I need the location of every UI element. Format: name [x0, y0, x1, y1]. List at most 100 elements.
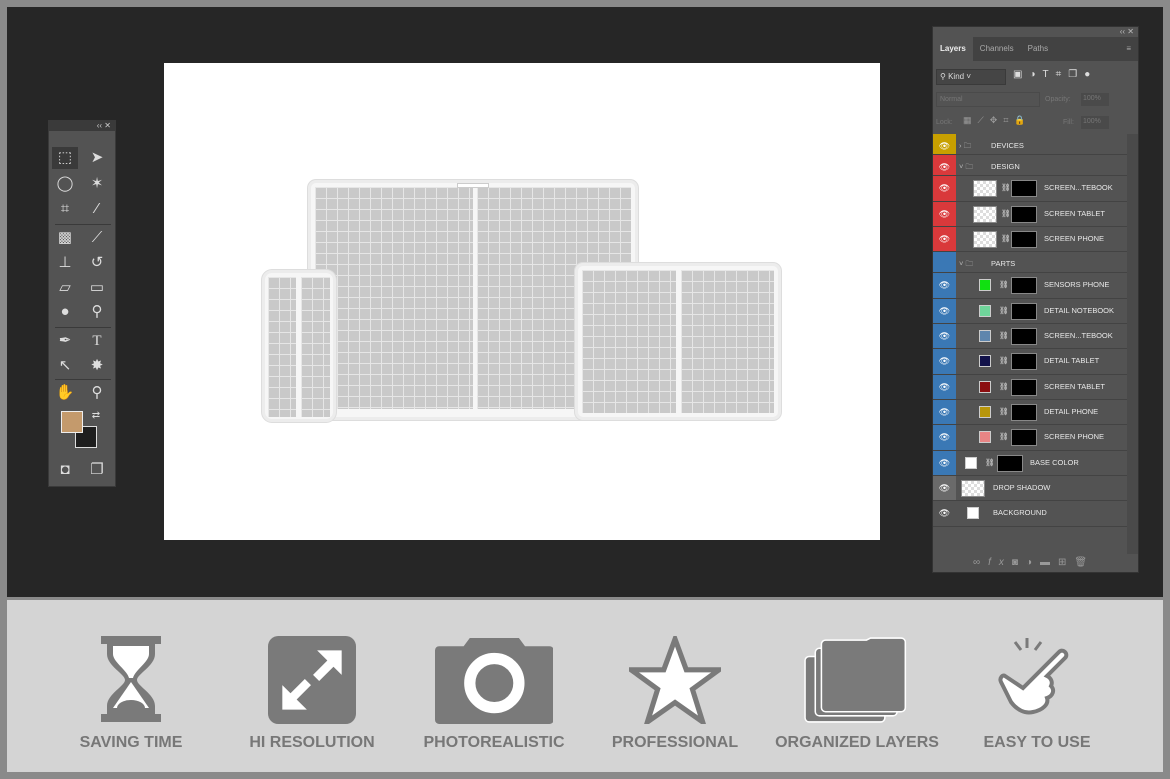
feature-label: SAVING TIME [79, 734, 183, 751]
fill-color-swatch[interactable] [965, 457, 977, 469]
pen-tool-icon[interactable]: ✒ [52, 330, 78, 352]
layer-row[interactable]: 👁 ⛓ SCREEN TABLET [933, 375, 1128, 400]
marquee-tool-icon[interactable]: ⬚ [52, 147, 78, 169]
link-icon[interactable]: ⛓ [999, 375, 1009, 399]
visibility-eye-icon[interactable]: 👁 [933, 299, 956, 323]
path-selection-tool-icon[interactable]: ↖ [52, 355, 78, 377]
healing-brush-tool-icon[interactable]: ▩ [52, 227, 78, 249]
visibility-eye-icon[interactable]: 👁 [933, 273, 956, 298]
visibility-eye-icon[interactable]: 👁 [933, 501, 956, 526]
layer-row[interactable]: 👁 ⛓ SCREEN PHONE [933, 227, 1128, 252]
layer-row[interactable]: 👁 ⛓ DETAIL NOTEBOOK [933, 299, 1128, 324]
eyedropper-tool-icon[interactable]: ⁄ [84, 198, 110, 220]
feature-photorealistic: PHOTOREALISTIC [404, 636, 584, 752]
link-icon[interactable]: ⛓ [999, 324, 1009, 348]
fill-color-swatch[interactable] [979, 431, 991, 443]
type-tool-icon[interactable]: T [84, 330, 110, 352]
layer-row[interactable]: 👁 BACKGROUND [933, 501, 1128, 527]
link-icon[interactable]: ⛓ [1001, 176, 1011, 200]
shape-tool-icon[interactable]: ✸ [84, 355, 110, 377]
clone-stamp-tool-icon[interactable]: ⊥ [52, 252, 78, 274]
visibility-eye-icon[interactable]: 👁 [933, 155, 956, 175]
layer-row[interactable]: 👁 ⛓ SCREEN TABLET [933, 202, 1128, 227]
visibility-eye-icon[interactable]: 👁 [933, 476, 956, 500]
layer-name: SCREEN TABLET [1044, 382, 1105, 391]
link-icon[interactable]: ⛓ [999, 299, 1009, 323]
mask-icon[interactable]: ◙ [1012, 557, 1026, 568]
visibility-eye-icon[interactable]: 👁 [933, 425, 956, 450]
move-tool-icon[interactable]: ➤ [84, 147, 110, 169]
visibility-eye-icon[interactable]: 👁 [933, 202, 956, 226]
dodge-tool-icon[interactable]: ⚲ [84, 301, 110, 323]
layer-row[interactable]: 👁 ⛓ SENSORS PHONE [933, 273, 1128, 299]
layer-row[interactable]: 👁 DROP SHADOW [933, 476, 1128, 501]
link-icon[interactable]: ⛓ [985, 451, 995, 475]
eraser-tool-icon[interactable]: ▱ [52, 277, 78, 299]
visibility-eye-icon[interactable]: 👁 [933, 375, 956, 399]
tools-panel-header[interactable]: ‹‹ ✕ [49, 121, 115, 131]
link-icon[interactable]: ⛓ [1001, 202, 1011, 226]
visibility-eye-icon[interactable]: 👁 [933, 400, 956, 424]
fill-color-swatch[interactable] [979, 279, 991, 291]
foreground-color-swatch[interactable] [61, 411, 83, 433]
fill-color-swatch[interactable] [979, 355, 991, 367]
visibility-eye-icon[interactable]: 👁 [933, 134, 956, 154]
fx-icon[interactable]: fx [988, 557, 1012, 568]
layer-row[interactable]: 👁 ⛓ BASE COLOR [933, 451, 1128, 476]
screen-mode-icon[interactable]: ❐ [84, 459, 110, 481]
fill-color-swatch[interactable] [979, 305, 991, 317]
feature-easy-to-use: EASY TO USE [947, 636, 1127, 752]
blur-tool-icon[interactable]: ● [52, 301, 78, 323]
swap-colors-icon[interactable]: ⇄ [83, 405, 109, 427]
link-icon[interactable]: ∞ [973, 557, 988, 568]
link-icon[interactable]: ⛓ [999, 400, 1009, 424]
fill-color-swatch[interactable] [979, 406, 991, 418]
fill-color-swatch[interactable] [979, 330, 991, 342]
quick-mask-icon[interactable]: ◘ [52, 459, 78, 481]
layer-row[interactable]: ˅ 🗀 PARTS [933, 252, 1128, 273]
crop-tool-icon[interactable]: ⌗ [52, 198, 78, 220]
layers-scrollbar[interactable] [1127, 134, 1138, 554]
zoom-tool-icon[interactable]: ⚲ [84, 382, 110, 404]
visibility-eye-icon[interactable]: 👁 [933, 324, 956, 348]
layer-row[interactable]: 👁 ⛓ DETAIL PHONE [933, 400, 1128, 425]
visibility-eye-icon[interactable] [933, 252, 956, 272]
layer-row[interactable]: 👁 › 🗀 DEVICES [933, 134, 1128, 155]
lasso-tool-icon[interactable]: ◯ [52, 173, 78, 195]
visibility-eye-icon[interactable]: 👁 [933, 227, 956, 251]
link-icon[interactable]: ⛓ [1001, 227, 1011, 251]
document-canvas[interactable] [164, 63, 880, 540]
panel-collapse-icon[interactable]: ‹‹ ✕ [1120, 27, 1134, 36]
tab-layers[interactable]: Layers [933, 37, 973, 61]
tab-paths[interactable]: Paths [1021, 37, 1055, 61]
panel-menu-icon[interactable]: ≡ [1119, 37, 1138, 61]
blend-mode-select[interactable]: Normal [936, 92, 1040, 107]
lock-icons[interactable]: ▦⟋✥⌗🔒 [963, 115, 1032, 126]
adjustment-icon[interactable]: ◑ [1026, 557, 1040, 568]
history-brush-tool-icon[interactable]: ↺ [84, 252, 110, 274]
visibility-eye-icon[interactable]: 👁 [933, 176, 956, 201]
layer-row[interactable]: 👁 ⛓ SCREEN...TEBOOK [933, 324, 1128, 349]
opacity-input[interactable]: 100% [1081, 93, 1109, 106]
visibility-eye-icon[interactable]: 👁 [933, 349, 956, 374]
link-icon[interactable]: ⛓ [999, 425, 1009, 449]
link-icon[interactable]: ⛓ [999, 349, 1009, 373]
filter-kind-select[interactable]: ⚲ Kind ˅ [936, 69, 1006, 85]
magic-wand-tool-icon[interactable]: ✶ [84, 173, 110, 195]
hand-tool-icon[interactable]: ✋ [52, 382, 78, 404]
layer-row[interactable]: 👁 ˅ 🗀 DESIGN [933, 155, 1128, 176]
fill-color-swatch[interactable] [979, 381, 991, 393]
visibility-eye-icon[interactable]: 👁 [933, 451, 956, 475]
trash-icon[interactable]: 🗑 [1074, 557, 1095, 568]
layer-row[interactable]: 👁 ⛓ DETAIL TABLET [933, 349, 1128, 375]
filter-icons[interactable]: ▣◑T⌗❐● [1013, 69, 1097, 80]
gradient-tool-icon[interactable]: ▭ [84, 277, 110, 299]
fill-input[interactable]: 100% [1081, 116, 1109, 129]
new-layer-icon[interactable]: ⊞ [1058, 557, 1074, 568]
layer-row[interactable]: 👁 ⛓ SCREEN...TEBOOK [933, 176, 1128, 202]
layer-row[interactable]: 👁 ⛓ SCREEN PHONE [933, 425, 1128, 451]
link-icon[interactable]: ⛓ [999, 273, 1009, 297]
folder-icon[interactable]: ▬ [1040, 557, 1058, 568]
brush-tool-icon[interactable]: ⟋ [84, 227, 110, 249]
tab-channels[interactable]: Channels [973, 37, 1021, 61]
